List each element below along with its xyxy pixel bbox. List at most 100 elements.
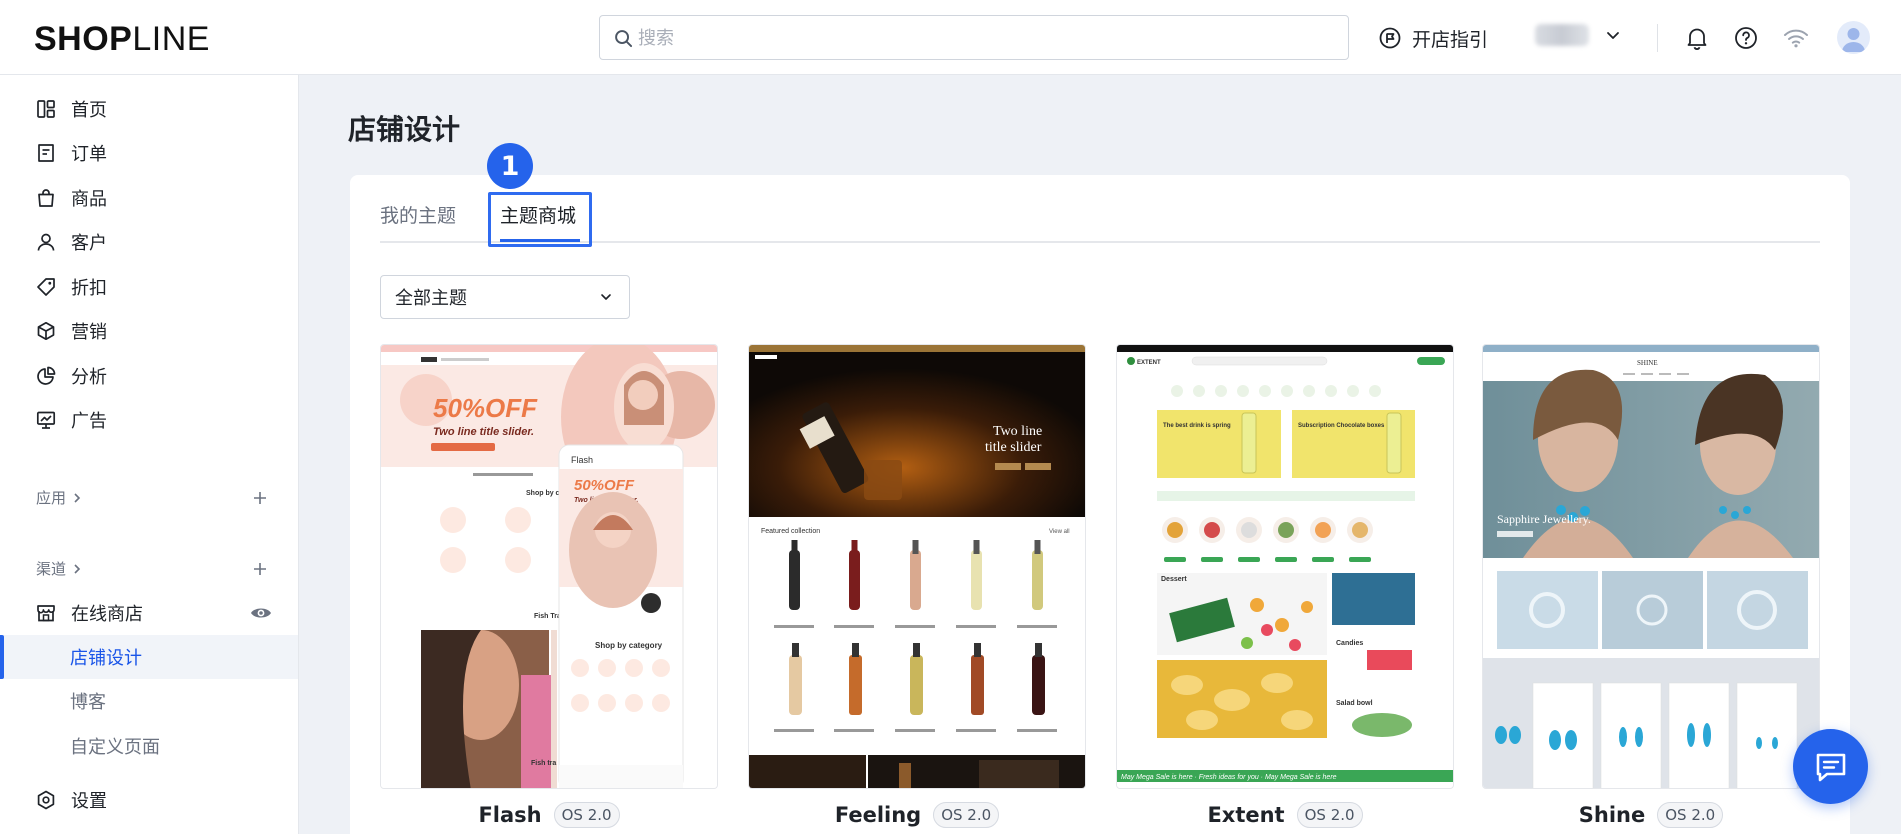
theme-name: Extent [1207, 803, 1285, 827]
home-icon [37, 100, 55, 118]
theme-card: 我的主题 主题商城 1 全部主题 50%OFF Two line title s [350, 143, 1850, 834]
theme-card-flash[interactable]: 50%OFF Two line title slider. Shop by ca… [380, 344, 718, 828]
chevron-down-icon [601, 294, 611, 300]
sidebar-item-customers[interactable]: 客户 [36, 226, 107, 258]
sidebar-subitem-custom-pages[interactable]: 自定义页面 [0, 724, 298, 768]
os-version-tag: OS 2.0 [1657, 802, 1724, 828]
add-channel-icon[interactable] [252, 561, 268, 577]
monitor-icon [36, 411, 56, 429]
theme-card-feeling[interactable]: Two line title slider Featured collectio… [748, 344, 1086, 828]
store-guide-button[interactable]: 开店指引 [1378, 24, 1488, 52]
active-indicator [0, 635, 4, 679]
apps-section-toggle[interactable]: 应用 [36, 487, 82, 508]
bell-icon[interactable] [1683, 24, 1711, 52]
wifi-icon [1782, 24, 1810, 52]
theme-name: Shine [1578, 803, 1646, 827]
eye-icon[interactable] [250, 605, 272, 621]
apps-section-label: 应用 [36, 489, 67, 507]
cube-icon [37, 321, 55, 341]
feeling-hero-text-2: title slider [985, 440, 1042, 455]
chat-button[interactable] [1793, 729, 1868, 804]
user-avatar-icon[interactable] [1837, 21, 1870, 54]
sidebar-item-orders[interactable]: 订单 [36, 137, 107, 169]
sidebar-item-label: 营销 [71, 322, 107, 343]
tutorial-highlight-box [488, 192, 592, 247]
chevron-right-icon [74, 563, 81, 574]
sidebar: 首页 订单 商品 客户 折扣 营销 分析 广告 应用 渠道 在线商店 店铺设计 … [0, 75, 299, 834]
os-version-tag: OS 2.0 [1296, 802, 1363, 828]
apps-section: 应用 [36, 487, 268, 508]
search-bar[interactable] [599, 15, 1349, 60]
sidebar-item-ads[interactable]: 广告 [36, 404, 107, 436]
sidebar-subitem-blog[interactable]: 博客 [0, 679, 298, 723]
chat-icon [1816, 753, 1845, 781]
theme-name: Feeling [834, 803, 922, 827]
theme-card-shine[interactable]: SHINE Sapphire Jewellery. Shine OS 2.0 [1482, 344, 1820, 828]
theme-name-row: Feeling OS 2.0 [748, 802, 1086, 828]
pie-chart-icon [37, 366, 56, 385]
extent-logo-text: EXTENT [1137, 360, 1161, 366]
theme-name-row: Shine OS 2.0 [1482, 802, 1820, 828]
sidebar-item-analytics[interactable]: 分析 [36, 360, 107, 392]
store-switcher[interactable] [1535, 24, 1621, 46]
order-icon [38, 144, 54, 162]
flag-icon [1379, 27, 1401, 49]
top-header: SHOPLINE 开店指引 [0, 0, 1901, 75]
theme-card-extent[interactable]: EXTENT The best drink is spring Subscrip… [1116, 344, 1454, 828]
theme-name-row: Extent OS 2.0 [1116, 802, 1454, 828]
tab-my-themes[interactable]: 我的主题 [380, 201, 456, 228]
sidebar-item-label: 设置 [71, 791, 107, 812]
sidebar-item-products[interactable]: 商品 [36, 182, 107, 214]
flash-footer-right: Fish tra [531, 760, 556, 767]
gear-icon [37, 790, 55, 810]
tabs-divider [380, 241, 1820, 243]
help-icon[interactable] [1732, 24, 1760, 52]
sidebar-subitem-label: 店铺设计 [70, 648, 142, 669]
sidebar-item-online-store[interactable]: 在线商店 [36, 597, 272, 629]
chevron-right-icon [74, 492, 81, 503]
flash-footer-left: Fish Tra [534, 613, 561, 620]
flash-mobile-brand: Flash [571, 455, 593, 465]
sidebar-item-discounts[interactable]: 折扣 [36, 271, 107, 303]
os-version-tag: OS 2.0 [553, 802, 620, 828]
extent-preview-image: EXTENT The best drink is spring Subscrip… [1117, 345, 1453, 788]
flash-mobile-discount: 50%OFF [574, 477, 635, 494]
page-title: 店铺设计 [348, 113, 461, 146]
extent-banner-1: The best drink is spring [1163, 423, 1231, 429]
search-input[interactable] [638, 25, 1328, 51]
add-app-icon[interactable] [252, 490, 268, 506]
feeling-hero-text-1: Two line [993, 424, 1042, 439]
feeling-collection-title: Featured collection [761, 528, 820, 535]
bag-icon [38, 189, 54, 207]
feeling-preview-image: Two line title slider Featured collectio… [749, 345, 1085, 788]
theme-filter-value: 全部主题 [395, 288, 467, 309]
sidebar-item-label: 订单 [71, 144, 107, 165]
sidebar-item-home[interactable]: 首页 [36, 93, 107, 125]
extent-section-salad: Salad bowl [1336, 700, 1373, 707]
theme-preview-feeling[interactable]: Two line title slider Featured collectio… [748, 344, 1086, 789]
channels-section-toggle[interactable]: 渠道 [36, 558, 82, 579]
sidebar-item-marketing[interactable]: 营销 [36, 315, 107, 347]
tag-icon [37, 278, 55, 296]
theme-name-row: Flash OS 2.0 [380, 802, 718, 828]
store-icon [37, 605, 55, 622]
sidebar-item-label: 广告 [71, 411, 107, 432]
extent-marquee: May Mega Sale is here · Fresh ideas for … [1121, 774, 1337, 781]
theme-name: Flash [478, 803, 542, 827]
sidebar-item-settings[interactable]: 设置 [36, 784, 107, 816]
theme-preview-shine[interactable]: SHINE Sapphire Jewellery. [1482, 344, 1820, 789]
sidebar-item-label: 商品 [71, 189, 107, 210]
chevron-down-icon [1607, 32, 1619, 39]
store-name-blurred [1535, 24, 1589, 46]
theme-preview-flash[interactable]: 50%OFF Two line title slider. Shop by ca… [380, 344, 718, 789]
theme-preview-extent[interactable]: EXTENT The best drink is spring Subscrip… [1116, 344, 1454, 789]
extent-section-dessert: Dessert [1161, 576, 1187, 583]
flash-preview-image: 50%OFF Two line title slider. Shop by ca… [381, 345, 717, 788]
shopline-logo[interactable]: SHOPLINE [34, 20, 210, 59]
search-icon [615, 30, 633, 48]
sidebar-subitem-store-design[interactable]: 店铺设计 [0, 635, 298, 679]
theme-filter-select[interactable]: 全部主题 [380, 275, 630, 319]
sidebar-item-label: 分析 [71, 367, 107, 388]
extent-section-candies: Candies [1336, 640, 1363, 647]
extent-banner-2: Subscription Chocolate boxes [1298, 423, 1385, 429]
